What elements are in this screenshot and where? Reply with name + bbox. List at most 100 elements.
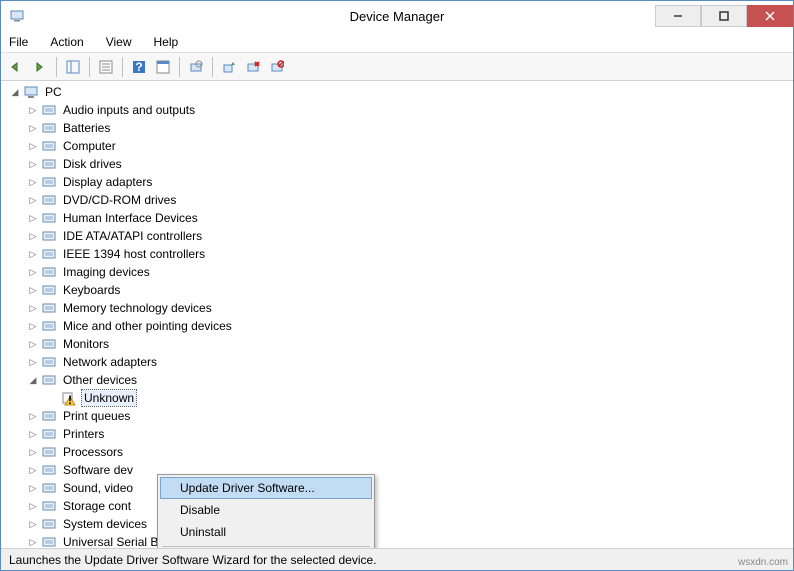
tree-category[interactable]: ▷Audio inputs and outputs — [5, 101, 793, 119]
statusbar-text: Launches the Update Driver Software Wiza… — [9, 553, 377, 567]
device-category-icon — [41, 516, 57, 532]
uninstall-button[interactable] — [242, 56, 264, 78]
device-category-icon — [41, 426, 57, 442]
tree-category[interactable]: ▷ Software dev — [5, 461, 793, 479]
tree-category[interactable]: ▷ Batteries — [5, 119, 793, 137]
tree-category[interactable]: ▷DVD/CD-ROM drives — [5, 191, 793, 209]
maximize-button[interactable] — [701, 5, 747, 27]
tree-category[interactable]: ▷ Memory technology devices — [5, 299, 793, 317]
expand-arrow-icon[interactable]: ▷ — [27, 428, 39, 440]
tree-category[interactable]: ▷ Imaging devices — [5, 263, 793, 281]
device-tree[interactable]: ◢PC▷Audio inputs and outputs▷Batteries▷C… — [1, 81, 793, 548]
expand-arrow-icon[interactable]: ▷ — [27, 356, 39, 368]
expand-arrow-icon[interactable]: ▷ — [27, 248, 39, 260]
device-category-icon — [41, 138, 57, 154]
expand-arrow-icon[interactable]: ▷ — [27, 446, 39, 458]
toolbar-sep — [179, 57, 180, 77]
expand-arrow-icon[interactable]: ▷ — [27, 284, 39, 296]
tree-category-label: Imaging devices — [61, 264, 152, 280]
properties-button[interactable] — [95, 56, 117, 78]
expand-arrow-icon[interactable]: ▷ — [27, 104, 39, 116]
tree-category-label: Other devices — [61, 372, 139, 388]
tree-category[interactable]: ▷Keyboards — [5, 281, 793, 299]
tree-category[interactable]: ▷ Storage cont — [5, 497, 793, 515]
expand-arrow-icon[interactable]: ▷ — [27, 230, 39, 242]
tree-root[interactable]: ◢ PC — [5, 83, 793, 101]
tree-category-label: Processors — [61, 444, 125, 460]
tree-category[interactable]: ▷Human Interface Devices — [5, 209, 793, 227]
tree-category-label: Memory technology devices — [61, 300, 214, 316]
expand-arrow-icon[interactable]: ▷ — [27, 482, 39, 494]
tree-category-label: Storage cont — [61, 498, 133, 514]
tree-category-label: IEEE 1394 host controllers — [61, 246, 207, 262]
expand-arrow-icon[interactable]: ▷ — [27, 320, 39, 332]
expand-arrow-icon[interactable]: ▷ — [27, 212, 39, 224]
device-category-icon — [41, 246, 57, 262]
tree-category-label: Batteries — [61, 120, 112, 136]
expand-arrow-icon[interactable]: ▷ — [27, 338, 39, 350]
expand-arrow-icon[interactable]: ◢ — [9, 86, 21, 98]
tree-category[interactable]: ▷Sound, video — [5, 479, 793, 497]
minimize-button[interactable] — [655, 5, 701, 27]
back-button[interactable] — [5, 56, 27, 78]
tree-category[interactable]: ▷Print queues — [5, 407, 793, 425]
disable-button[interactable] — [266, 56, 288, 78]
toolbar-sep — [122, 57, 123, 77]
expand-arrow-icon[interactable]: ▷ — [27, 158, 39, 170]
context-menu-item[interactable]: Disable — [160, 499, 372, 521]
statusbar: Launches the Update Driver Software Wiza… — [1, 548, 793, 570]
help-button[interactable]: ? — [128, 56, 150, 78]
scan-hardware-button[interactable] — [185, 56, 207, 78]
menu-help[interactable]: Help — [150, 33, 183, 51]
expand-arrow-icon[interactable]: ▷ — [27, 518, 39, 530]
tree-root-label: PC — [43, 84, 64, 100]
context-menu-item[interactable]: Update Driver Software... — [160, 477, 372, 499]
menu-action[interactable]: Action — [46, 33, 87, 51]
tree-category[interactable]: ▷ Monitors — [5, 335, 793, 353]
tree-category[interactable]: ▷Printers — [5, 425, 793, 443]
tree-category[interactable]: ▷Universal Serial Bus controllers — [5, 533, 793, 548]
device-category-icon — [41, 282, 57, 298]
toolbar: ? — [1, 53, 793, 81]
context-menu-item[interactable]: Uninstall — [160, 521, 372, 543]
menu-view[interactable]: View — [102, 33, 136, 51]
tree-category[interactable]: ▷ IEEE 1394 host controllers — [5, 245, 793, 263]
close-button[interactable] — [747, 5, 793, 27]
tree-category[interactable]: ▷ Processors — [5, 443, 793, 461]
tree-category[interactable]: ▷Network adapters — [5, 353, 793, 371]
expand-arrow-icon[interactable]: ▷ — [27, 176, 39, 188]
expand-arrow-icon[interactable]: ▷ — [27, 140, 39, 152]
expand-arrow-icon[interactable]: ▷ — [27, 410, 39, 422]
action-button[interactable] — [152, 56, 174, 78]
device-category-icon — [41, 372, 57, 388]
window-controls — [655, 6, 793, 27]
expand-arrow-icon[interactable]: ▷ — [27, 536, 39, 548]
expand-arrow-icon[interactable]: ▷ — [27, 266, 39, 278]
watermark: wsxdn.com — [738, 557, 788, 568]
tree-category[interactable]: ▷Display adapters — [5, 173, 793, 191]
tree-category[interactable]: ▷IDE ATA/ATAPI controllers — [5, 227, 793, 245]
menu-file[interactable]: File — [5, 33, 32, 51]
expand-arrow-icon[interactable]: ▷ — [27, 194, 39, 206]
update-driver-button[interactable] — [218, 56, 240, 78]
expand-arrow-icon[interactable]: ◢ — [27, 374, 39, 386]
show-hide-tree-button[interactable] — [62, 56, 84, 78]
tree-device[interactable]: !Unknown — [5, 389, 793, 407]
expand-arrow-icon[interactable]: ▷ — [27, 122, 39, 134]
context-menu: Update Driver Software...DisableUninstal… — [157, 474, 375, 548]
tree-category[interactable]: ◢ Other devices — [5, 371, 793, 389]
tree-category[interactable]: ▷System devices — [5, 515, 793, 533]
device-category-icon — [41, 156, 57, 172]
tree-category-label: Monitors — [61, 336, 111, 352]
expand-arrow-icon[interactable]: ▷ — [27, 464, 39, 476]
device-category-icon — [41, 210, 57, 226]
tree-category-label: Software dev — [61, 462, 135, 478]
device-category-icon — [41, 354, 57, 370]
tree-category[interactable]: ▷Disk drives — [5, 155, 793, 173]
device-manager-window: Device Manager File Action View Help ? ◢… — [0, 0, 794, 571]
expand-arrow-icon[interactable]: ▷ — [27, 500, 39, 512]
expand-arrow-icon[interactable]: ▷ — [27, 302, 39, 314]
tree-category[interactable]: ▷Computer — [5, 137, 793, 155]
forward-button[interactable] — [29, 56, 51, 78]
tree-category[interactable]: ▷Mice and other pointing devices — [5, 317, 793, 335]
